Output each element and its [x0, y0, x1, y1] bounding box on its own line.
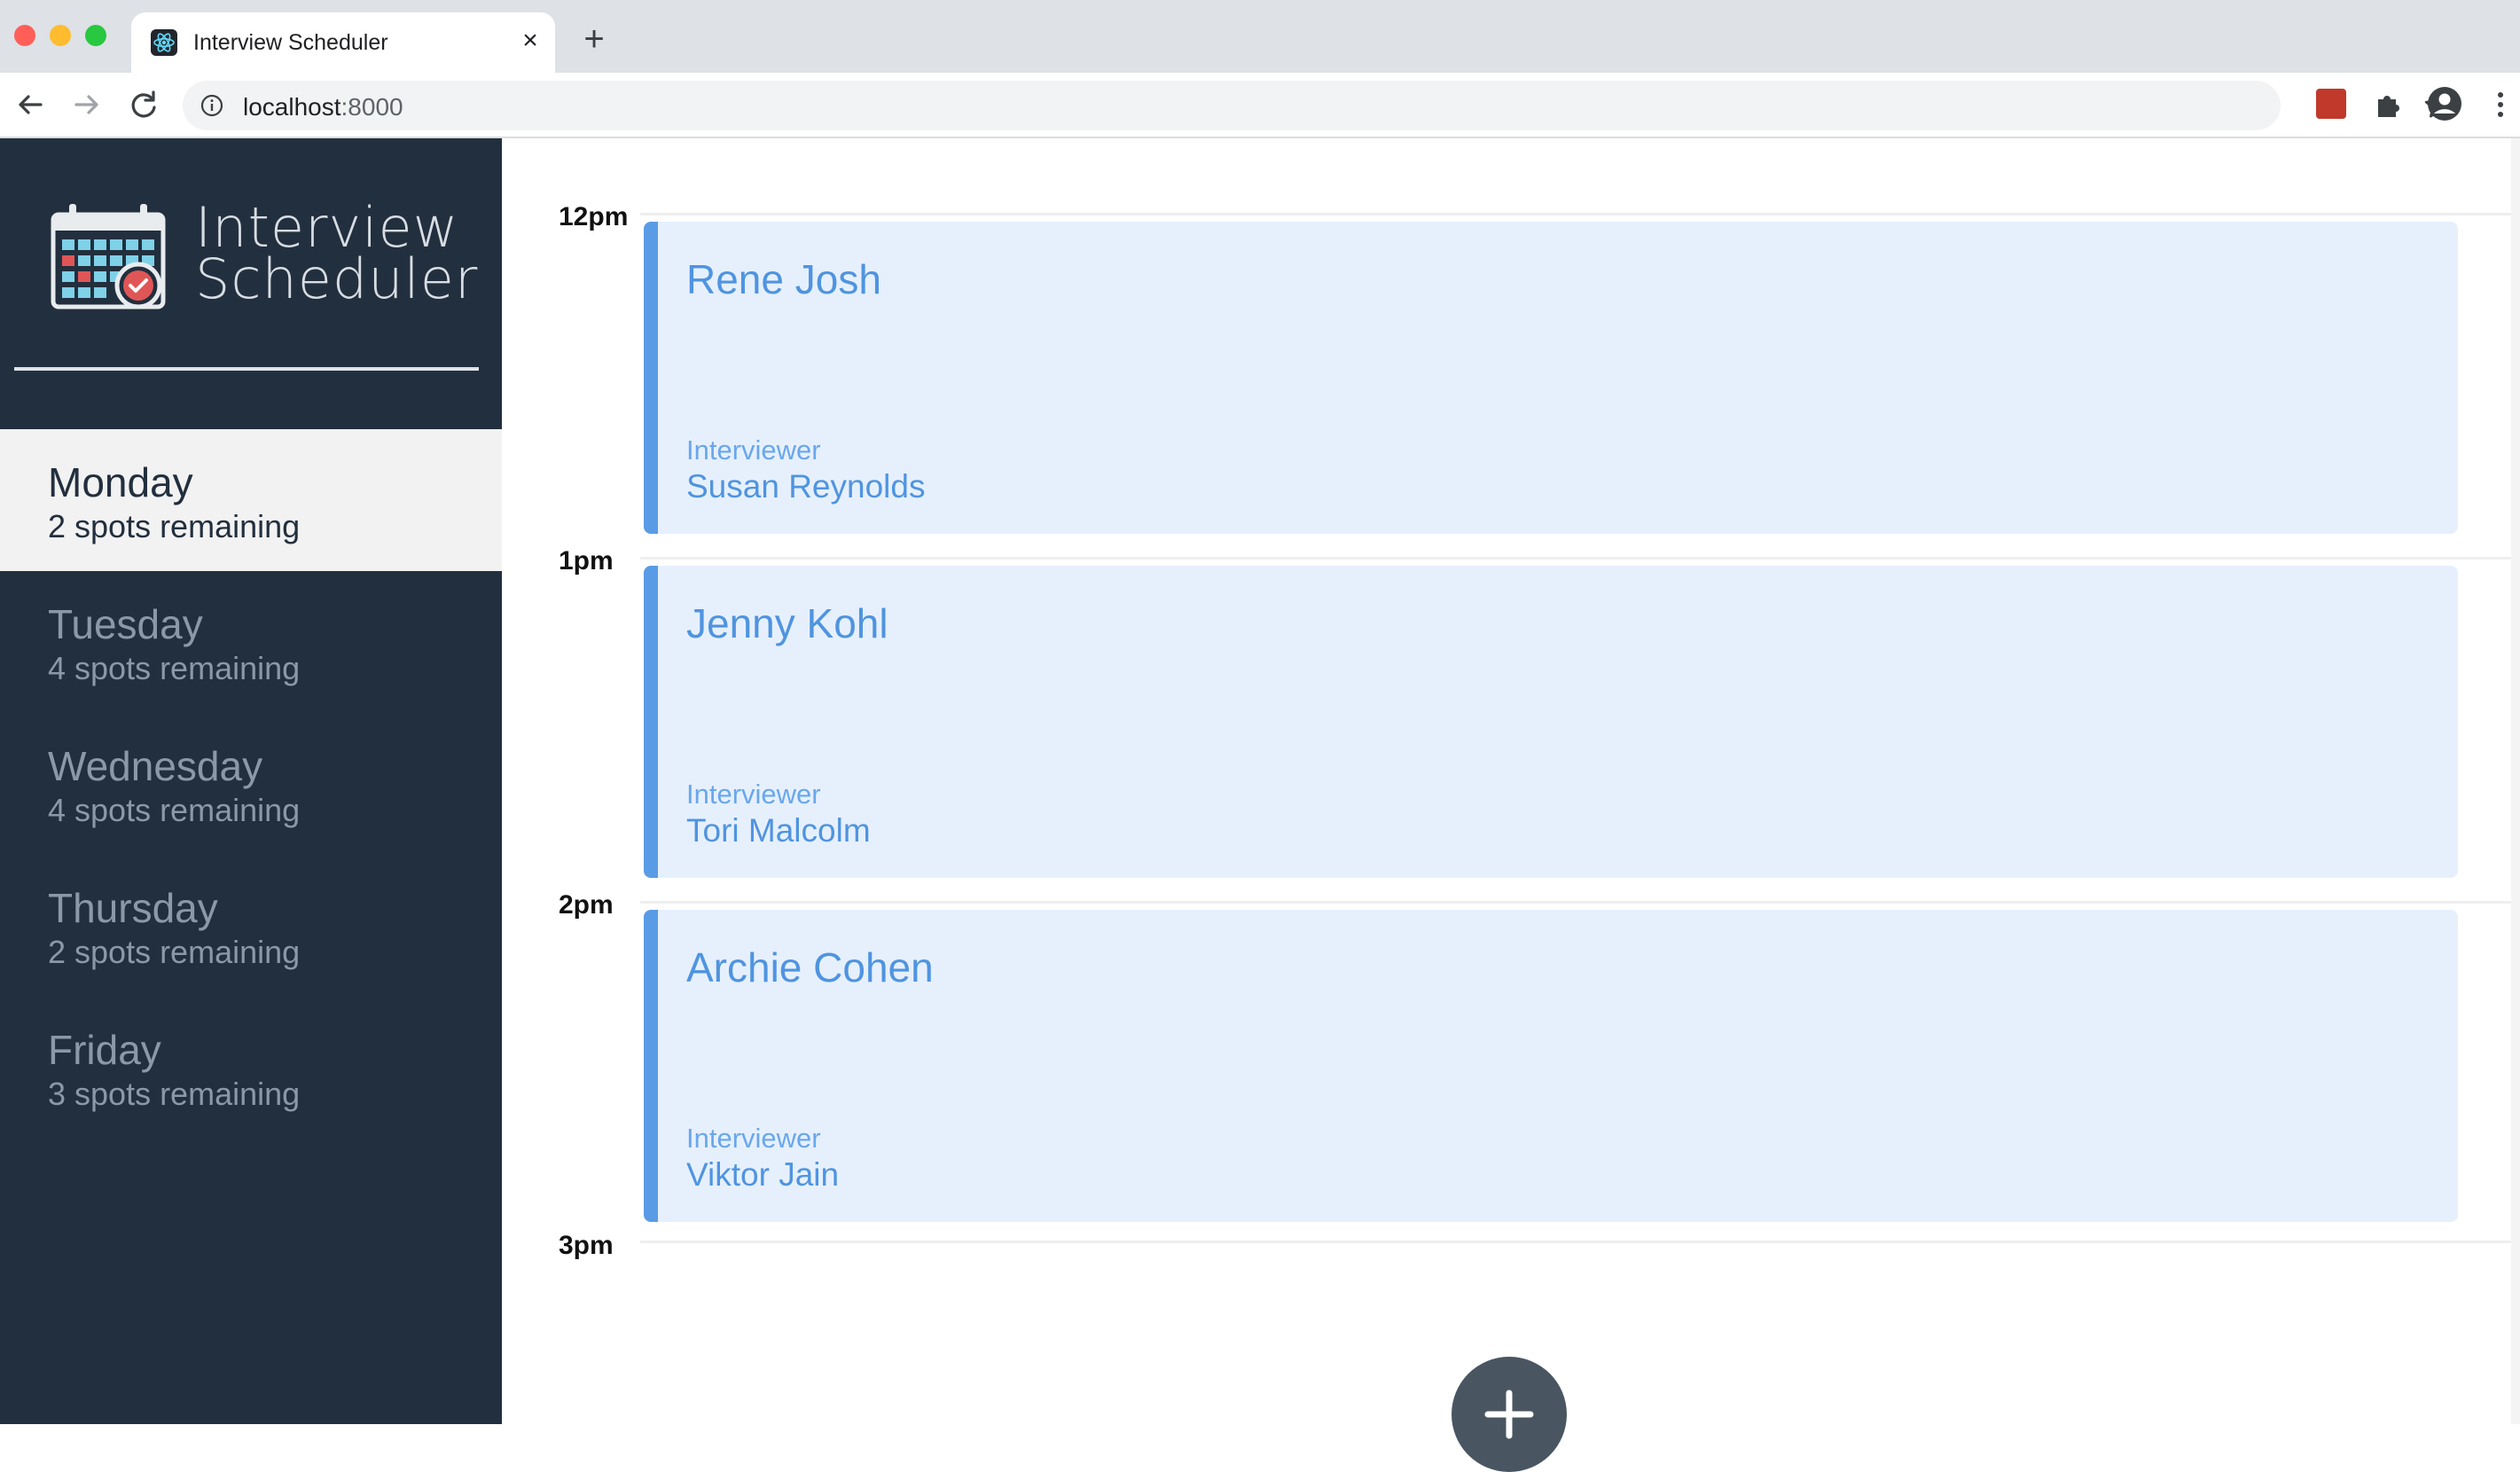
day-item-monday[interactable]: Monday 2 spots remaining: [0, 429, 502, 571]
profile-avatar-icon[interactable]: [2426, 85, 2463, 122]
day-spots: 3 spots remaining: [48, 1076, 301, 1112]
url-host: localhost: [243, 93, 341, 121]
day-item-tuesday[interactable]: Tuesday 4 spots remaining: [0, 571, 502, 713]
appointment-card[interactable]: Jenny Kohl Interviewer Tori Malcolm: [644, 566, 2458, 878]
day-name: Wednesday: [48, 743, 263, 789]
sidebar: Interview Scheduler Monday 2 spots remai…: [0, 138, 502, 1424]
day-item-wednesday[interactable]: Wednesday 4 spots remaining: [0, 713, 502, 855]
appointment-card[interactable]: Archie Cohen Interviewer Viktor Jain: [644, 910, 2458, 1222]
url-text: localhost:8000: [243, 93, 403, 121]
slot-time: 1pm: [559, 546, 614, 575]
appointment-slot: 1pm Jenny Kohl Interviewer Tori Malcolm: [502, 546, 2520, 890]
browser-toolbar: localhost:8000: [0, 73, 2520, 138]
day-spots: 2 spots remaining: [48, 508, 301, 544]
maximize-window-button[interactable]: [85, 25, 106, 46]
calendar-logo-icon: [50, 202, 167, 312]
interviewer-label: Interviewer: [686, 435, 821, 466]
slot-divider: [640, 213, 2516, 215]
app-brand-title: Interview Scheduler: [195, 195, 479, 311]
new-tab-button[interactable]: +: [576, 21, 612, 57]
interviewer-name: Tori Malcolm: [686, 812, 871, 849]
appointment-slot: 2pm Archie Cohen Interviewer Viktor Jain: [502, 890, 2520, 1234]
day-item-thursday[interactable]: Thursday 2 spots remaining: [0, 855, 502, 997]
day-spots: 4 spots remaining: [48, 792, 301, 828]
forward-arrow-icon[interactable]: [67, 85, 106, 124]
minimize-window-button[interactable]: [50, 25, 71, 46]
tab-title: Interview Scheduler: [193, 30, 388, 55]
day-spots: 2 spots remaining: [48, 934, 301, 970]
sidebar-divider: [14, 367, 479, 371]
react-favicon-icon: [151, 29, 177, 56]
scrollbar-track[interactable]: [2511, 138, 2520, 1424]
slot-divider: [640, 901, 2516, 904]
day-name: Friday: [48, 1027, 161, 1073]
extensions-puzzle-icon[interactable]: [2371, 87, 2407, 122]
close-window-button[interactable]: [14, 25, 35, 46]
extension-icon[interactable]: [2316, 89, 2346, 119]
address-bar[interactable]: localhost:8000: [183, 81, 2453, 130]
interviewer-name: Susan Reynolds: [686, 468, 926, 505]
info-icon[interactable]: [200, 94, 223, 117]
day-name: Tuesday: [48, 601, 203, 647]
day-list: Monday 2 spots remaining Tuesday 4 spots…: [0, 429, 502, 1139]
interviewer-name: Viktor Jain: [686, 1156, 840, 1193]
browser-tab-bar: Interview Scheduler × +: [0, 0, 2520, 73]
day-spots: 4 spots remaining: [48, 650, 301, 686]
back-arrow-icon[interactable]: [11, 85, 50, 124]
day-name: Thursday: [48, 885, 218, 931]
day-item-friday[interactable]: Friday 3 spots remaining: [0, 997, 502, 1139]
day-name: Monday: [48, 459, 193, 505]
slot-divider: [640, 557, 2516, 560]
student-name: Rene Josh: [686, 256, 881, 302]
browser-tab[interactable]: Interview Scheduler ×: [131, 12, 555, 73]
student-name: Archie Cohen: [686, 944, 934, 990]
url-port: :8000: [340, 93, 403, 121]
slot-divider: [640, 1241, 2516, 1243]
appointment-card[interactable]: Rene Josh Interviewer Susan Reynolds: [644, 222, 2458, 534]
appointment-slot: 12pm Rene Josh Interviewer Susan Reynold…: [502, 202, 2520, 546]
interviewer-label: Interviewer: [686, 779, 821, 810]
schedule: 12pm Rene Josh Interviewer Susan Reynold…: [502, 138, 2520, 1424]
tab-close-icon[interactable]: ×: [514, 25, 546, 57]
add-appointment-button[interactable]: [1452, 1357, 1567, 1472]
reload-icon[interactable]: [124, 85, 163, 124]
slot-time: 2pm: [559, 890, 614, 920]
slot-time-last: 3pm: [559, 1231, 614, 1260]
student-name: Jenny Kohl: [686, 600, 888, 646]
more-menu-icon[interactable]: [2490, 87, 2511, 122]
plus-icon: [1484, 1390, 1534, 1439]
interviewer-label: Interviewer: [686, 1123, 821, 1154]
slot-time: 12pm: [559, 202, 629, 231]
